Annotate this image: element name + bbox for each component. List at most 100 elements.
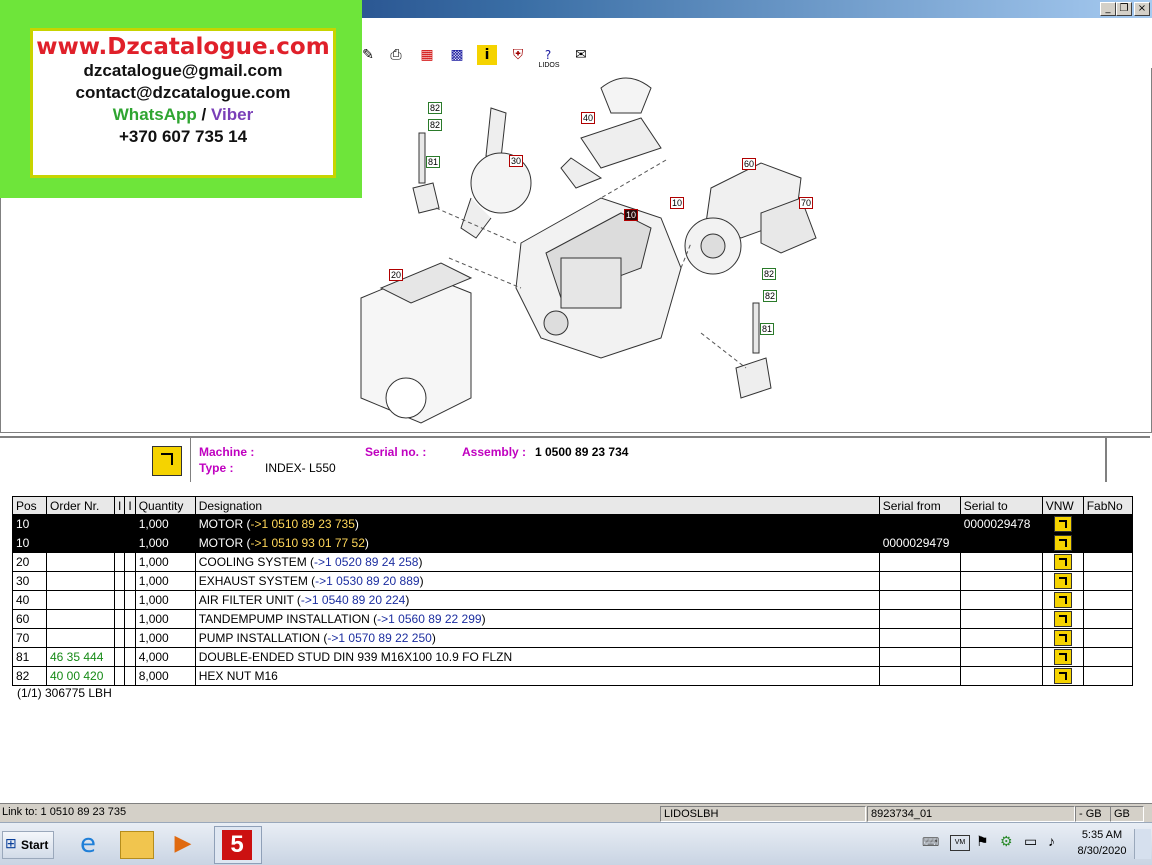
col-header-i1[interactable]: I: [113, 496, 126, 515]
callout-10[interactable]: 10: [670, 195, 685, 209]
shield-icon[interactable]: ⛨: [508, 45, 528, 65]
vnw-cell: [1041, 609, 1084, 629]
order-cell: [46, 533, 115, 553]
vnw-link-icon[interactable]: [1053, 649, 1072, 665]
vnw-link-icon[interactable]: [1053, 516, 1072, 532]
print-icon[interactable]: ⎙: [386, 45, 406, 65]
callout-40[interactable]: 40: [581, 110, 596, 124]
callout-82[interactable]: 82: [762, 266, 777, 280]
keyboard-icon[interactable]: ⌨: [922, 835, 939, 849]
grid-icon[interactable]: ▦: [417, 45, 437, 65]
status-app: LIDOSLBH: [660, 806, 866, 822]
vnw-link-icon[interactable]: [1053, 611, 1072, 627]
assembly-link[interactable]: ->1 0510 89 23 735: [250, 517, 354, 531]
table-row[interactable]: 60 1,000 TANDEMPUMP INSTALLATION (->1 05…: [12, 609, 1133, 629]
table-row[interactable]: 20 1,000 COOLING SYSTEM (->1 0520 89 24 …: [12, 552, 1133, 572]
watermark-ad-banner: www.Dzcatalogue.com dzcatalogue@gmail.co…: [0, 0, 362, 198]
vnw-link-icon[interactable]: [1053, 668, 1072, 684]
table-row[interactable]: 10 1,000 MOTOR (->1 0510 89 23 735) 0000…: [12, 514, 1133, 534]
order-cell: [46, 552, 115, 572]
designation-cell: MOTOR (->1 0510 89 23 735): [194, 514, 880, 534]
speaker-icon[interactable]: ♪: [1048, 833, 1055, 849]
serial-from-cell: [878, 590, 961, 610]
designation-cell: DOUBLE-ENDED STUD DIN 939 M16X100 10.9 F…: [194, 647, 880, 667]
assembly-link[interactable]: ->1 0560 89 22 299: [377, 612, 481, 626]
table-row[interactable]: 81 46 35 444 4,000 DOUBLE-ENDED STUD DIN…: [12, 647, 1133, 667]
table-row[interactable]: 40 1,000 AIR FILTER UNIT (->1 0540 89 20…: [12, 590, 1133, 610]
callout-20[interactable]: 20: [389, 267, 404, 281]
assembly-link[interactable]: ->1 0540 89 20 224: [301, 593, 405, 607]
callout-81[interactable]: 81: [760, 321, 775, 335]
lidos-taskbar-button[interactable]: 5: [214, 826, 262, 864]
callout-82[interactable]: 82: [428, 100, 443, 114]
internet-explorer-icon[interactable]: e: [72, 828, 104, 860]
status-link-text: Link to: 1 0510 89 23 735: [2, 806, 127, 818]
fabno-cell: [1082, 533, 1133, 553]
assembly-link[interactable]: ->1 0530 89 20 889: [315, 574, 419, 588]
vmware-tray-icon[interactable]: VM: [950, 835, 970, 851]
callout-10-selected[interactable]: 10: [624, 207, 639, 221]
table-row[interactable]: 70 1,000 PUMP INSTALLATION (->1 0570 89 …: [12, 628, 1133, 648]
network-icon[interactable]: ⚙: [1000, 833, 1013, 850]
serial-from-cell: [878, 628, 961, 648]
col-header-fabno[interactable]: FabNo: [1082, 496, 1133, 515]
col-header-serial-to[interactable]: Serial to: [959, 496, 1043, 515]
table-row[interactable]: 82 40 00 420 8,000 HEX NUT M16: [12, 666, 1133, 686]
close-button[interactable]: ×: [1134, 2, 1150, 16]
vnw-cell: [1041, 533, 1084, 553]
fabno-cell: [1082, 514, 1133, 534]
col-header-vnw[interactable]: VNW: [1041, 496, 1084, 515]
minimize-button[interactable]: _: [1100, 2, 1116, 16]
order-cell: 46 35 444: [46, 647, 115, 667]
serial-from-cell: [878, 571, 961, 591]
callout-82[interactable]: 82: [428, 117, 443, 131]
col-header-designation[interactable]: Designation: [194, 496, 880, 515]
callout-82[interactable]: 82: [763, 288, 778, 302]
table-row[interactable]: 10 1,000 MOTOR (->1 0510 93 01 77 52) 00…: [12, 533, 1133, 553]
vnw-link-icon[interactable]: [1053, 554, 1072, 570]
navigate-link-icon[interactable]: [152, 446, 182, 476]
ad-site: www.Dzcatalogue.com: [36, 34, 330, 60]
col-header-order[interactable]: Order Nr.: [46, 496, 115, 515]
info-icon-cell: [0, 438, 191, 482]
vnw-link-icon[interactable]: [1053, 573, 1072, 589]
fabno-cell: [1082, 666, 1133, 686]
status-doc: 8923734_01: [867, 806, 1075, 822]
pos-cell: 82: [12, 666, 47, 686]
col-header-serial-from[interactable]: Serial from: [878, 496, 961, 515]
media-player-icon[interactable]: ▶: [168, 829, 198, 859]
callout-60[interactable]: 60: [742, 156, 757, 170]
folder-icon[interactable]: [120, 831, 154, 859]
start-button[interactable]: ⊞ Start: [2, 831, 54, 859]
assembly-link[interactable]: ->1 0520 89 24 258: [314, 555, 418, 569]
mail-icon[interactable]: ✉: [571, 45, 591, 65]
callout-30[interactable]: 30: [509, 153, 524, 167]
pos-cell: 10: [12, 514, 47, 534]
info-icon[interactable]: i: [477, 45, 497, 65]
vnw-link-icon[interactable]: [1053, 535, 1072, 551]
restore-button[interactable]: ❐: [1116, 2, 1132, 16]
display-icon[interactable]: ▭: [1024, 833, 1037, 850]
table-row[interactable]: 30 1,000 EXHAUST SYSTEM (->1 0530 89 20 …: [12, 571, 1133, 591]
callout-81[interactable]: 81: [426, 154, 441, 168]
clock-date[interactable]: 8/30/2020: [1072, 845, 1132, 857]
vnw-link-icon[interactable]: [1053, 630, 1072, 646]
order-cell: 40 00 420: [46, 666, 115, 686]
vnw-cell: [1041, 514, 1084, 534]
show-desktop-button[interactable]: [1134, 829, 1151, 859]
pos-cell: 40: [12, 590, 47, 610]
callout-70[interactable]: 70: [799, 195, 814, 209]
col-header-pos[interactable]: Pos: [12, 496, 47, 515]
quantity-cell: 1,000: [134, 571, 196, 591]
col-header-quantity[interactable]: Quantity: [134, 496, 196, 515]
pos-cell: 20: [12, 552, 47, 572]
table-footer: (1/1) 306775 LBH: [17, 686, 112, 700]
assembly-link[interactable]: ->1 0570 89 22 250: [327, 631, 431, 645]
flag-icon[interactable]: ⚑: [976, 833, 989, 850]
serial-to-cell: [959, 666, 1043, 686]
assembly-link[interactable]: ->1 0510 93 01 77 52: [250, 536, 364, 550]
col-header-i2[interactable]: I: [124, 496, 136, 515]
table-icon[interactable]: ▩: [447, 45, 467, 65]
clock-time[interactable]: 5:35 AM: [1076, 829, 1128, 841]
vnw-link-icon[interactable]: [1053, 592, 1072, 608]
